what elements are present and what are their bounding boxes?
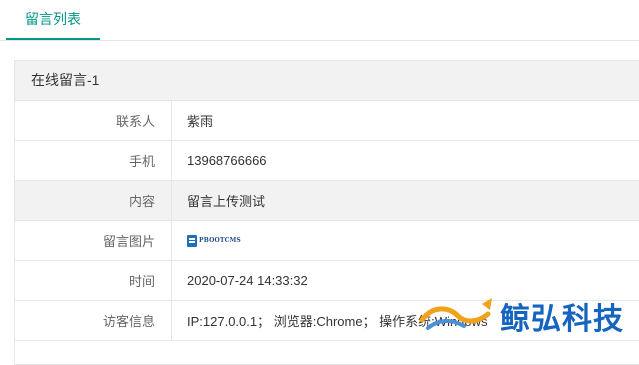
field-label: 联系人 [15,101,172,141]
field-value: 留言上传测试 [172,181,639,221]
message-image-thumbnail[interactable]: PBOOTCMS [187,234,241,248]
table-row-image: 留言图片 PBOOTCMS [15,221,639,261]
field-value: IP:127.0.0.1； 浏览器:Chrome； 操作系统:Windows [172,301,639,341]
field-value: 13968766666 [172,141,639,181]
field-value: 2020-07-24 14:33:32 [172,261,639,301]
table-row-visitor-info: 访客信息 IP:127.0.0.1； 浏览器:Chrome； 操作系统:Wind… [15,301,639,341]
field-label: 时间 [15,261,172,301]
pbootcms-logo-icon [187,235,197,247]
field-label: 内容 [15,181,172,221]
field-label: 留言图片 [15,221,172,261]
field-value: 紫雨 [172,101,639,141]
field-label: 手机 [15,141,172,181]
tab-message-list[interactable]: 留言列表 [6,0,100,40]
table-row-phone: 手机 13968766666 [15,141,639,181]
table-row-contact: 联系人 紫雨 [15,101,639,141]
field-label: 访客信息 [15,301,172,341]
panel-title: 在线留言-1 [15,61,639,101]
tab-bar: 留言列表 [0,0,639,41]
thumbnail-logo-text: PBOOTCMS [199,238,241,244]
message-detail-panel: 在线留言-1 联系人 紫雨 手机 13968766666 内容 留言上传测试 留… [14,60,639,365]
table-row-content: 内容 留言上传测试 [15,181,639,221]
field-value: PBOOTCMS [172,221,639,261]
message-info-table: 联系人 紫雨 手机 13968766666 内容 留言上传测试 留言图片 PBO… [15,101,639,341]
table-row-time: 时间 2020-07-24 14:33:32 [15,261,639,301]
